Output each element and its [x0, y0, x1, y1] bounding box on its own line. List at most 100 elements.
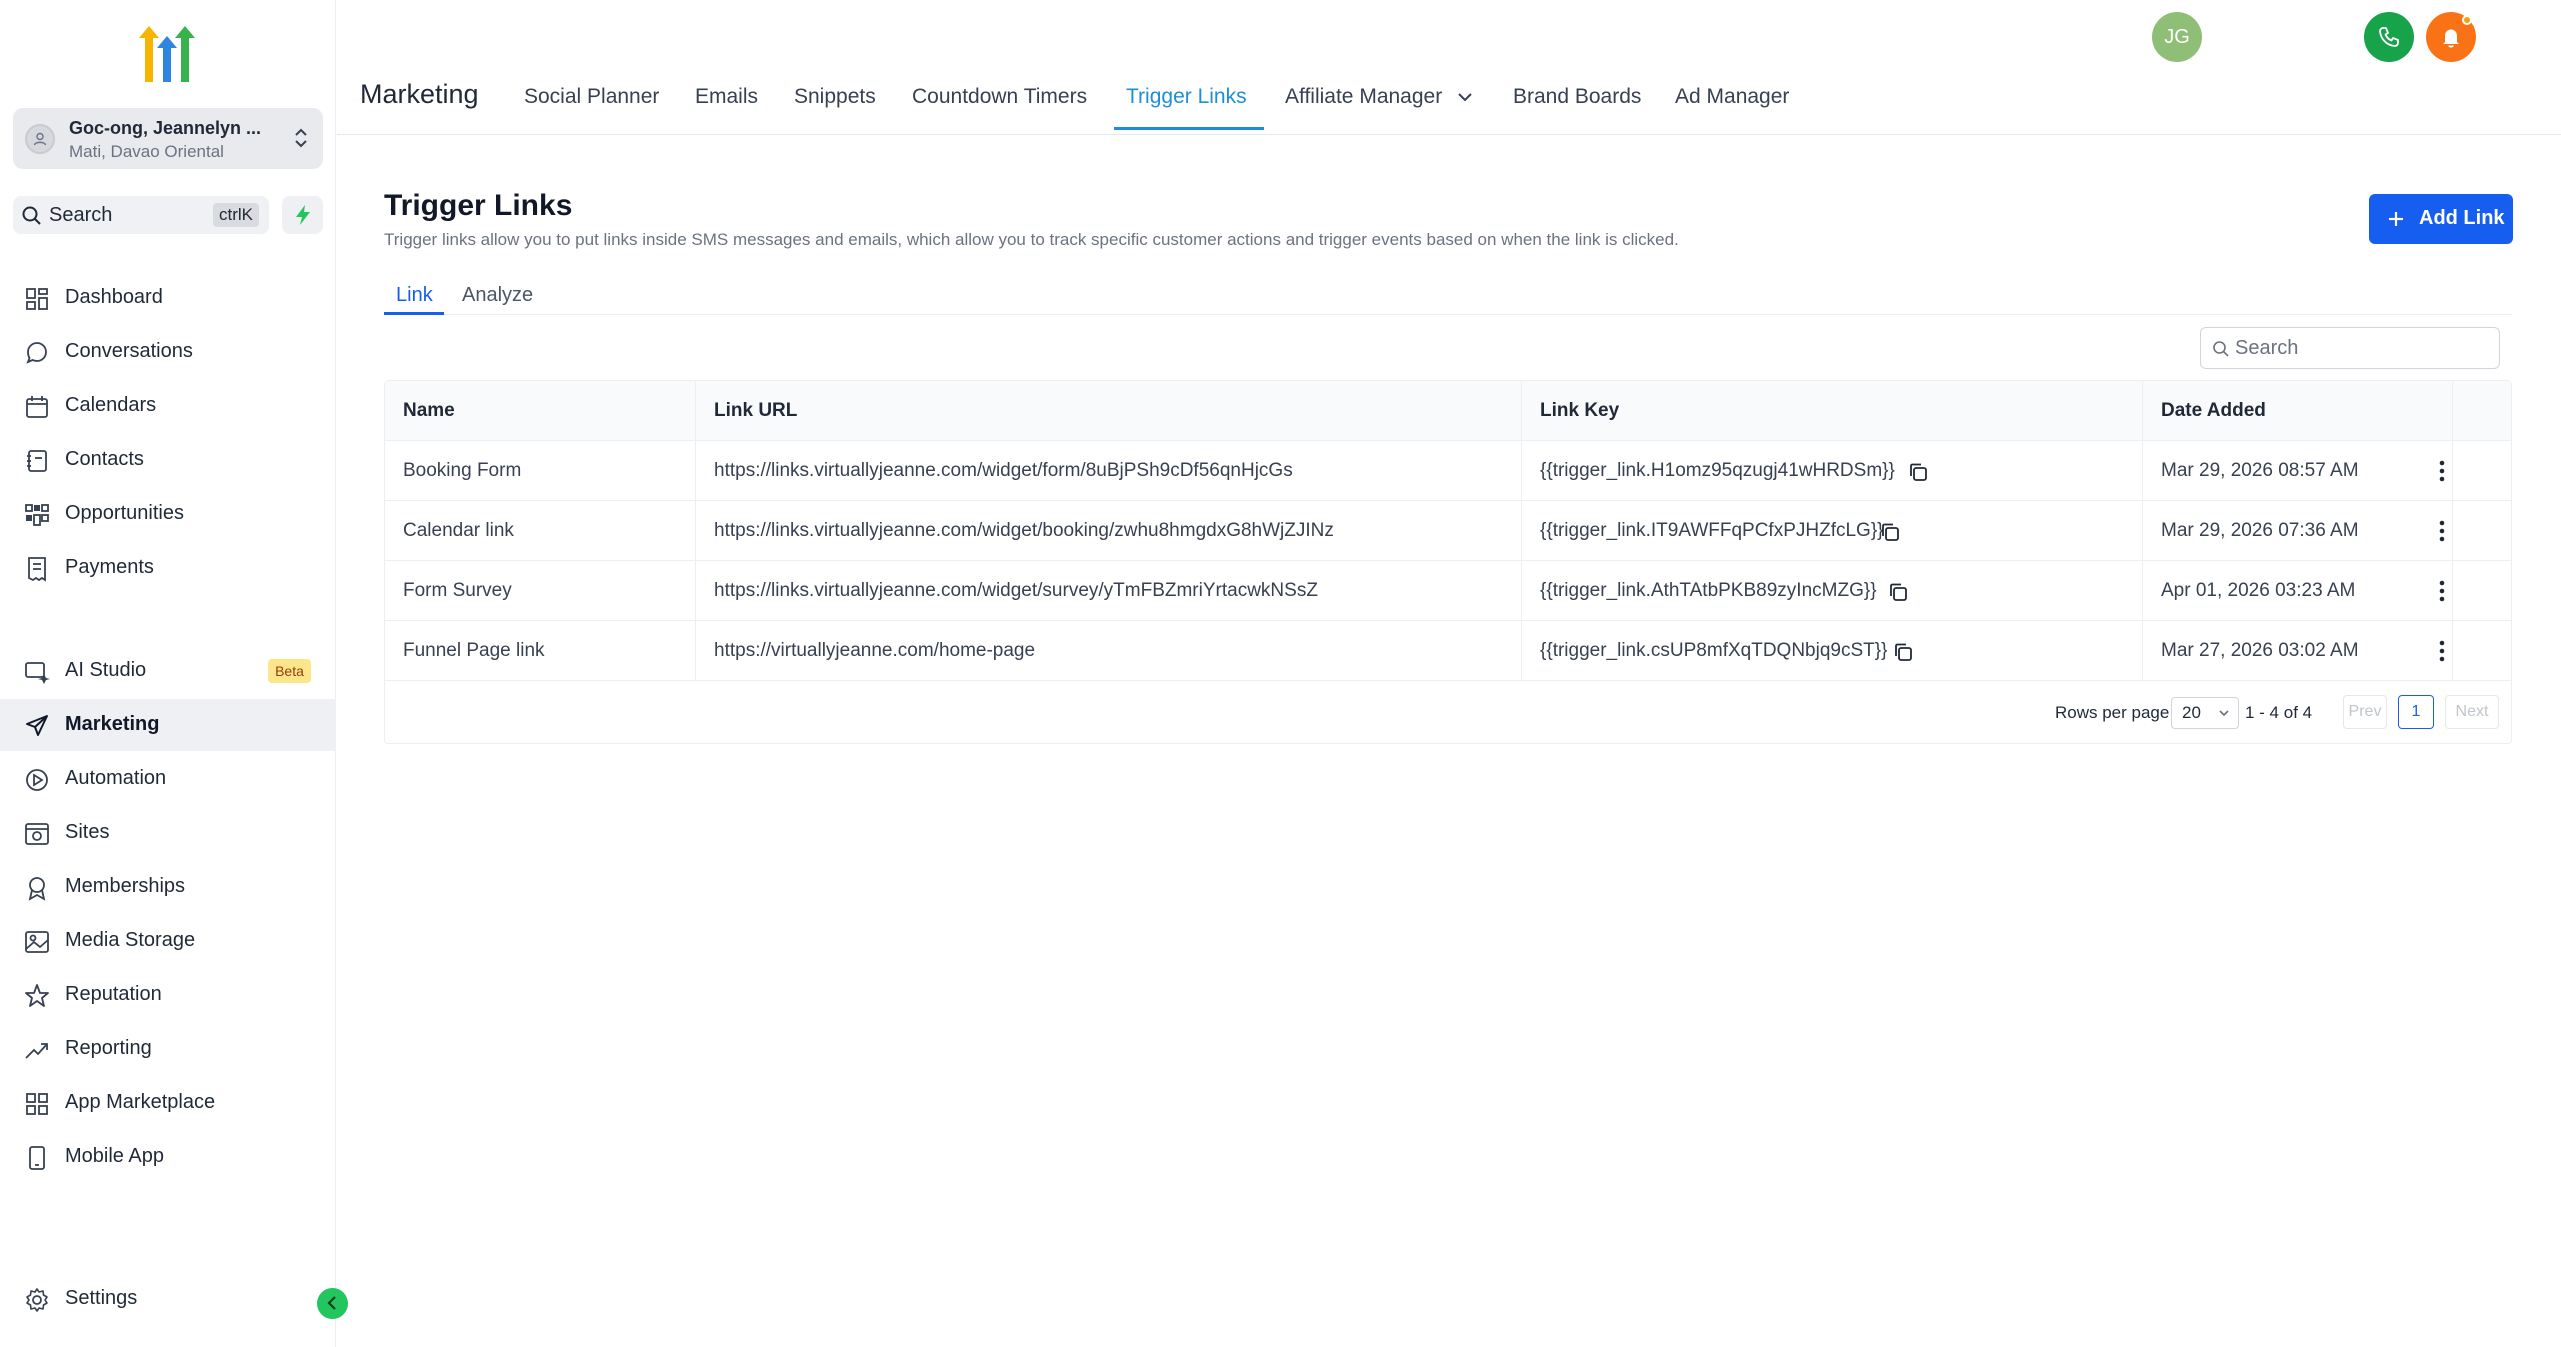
table-row[interactable]: Funnel Page link https://virtuallyjeanne…: [385, 621, 2511, 681]
sidebar-item-reporting[interactable]: Reporting: [0, 1023, 336, 1075]
link-url: https://links.virtuallyjeanne.com/widget…: [714, 460, 1293, 481]
sidebar-item-opportunities[interactable]: Opportunities: [0, 488, 336, 540]
sidebar-item-marketing[interactable]: Marketing: [0, 699, 336, 751]
account-avatar: [25, 124, 55, 154]
sidebar-item-label: Media Storage: [65, 929, 196, 951]
sidebar-item-app-marketplace[interactable]: App Marketplace: [0, 1077, 336, 1129]
collapse-sidebar-button[interactable]: [317, 1288, 348, 1319]
sidebar-item-settings[interactable]: Settings: [0, 1273, 336, 1325]
search-label: Search: [49, 204, 113, 226]
tab-social-planner[interactable]: Social Planner: [524, 85, 659, 109]
table-search[interactable]: [2200, 327, 2500, 369]
column-header-link-key[interactable]: Link Key: [1540, 381, 1619, 441]
pagination-range: 1 - 4 of 4: [2245, 703, 2313, 722]
app-logo[interactable]: [135, 22, 199, 86]
copy-icon[interactable]: [1887, 581, 1909, 603]
copy-icon[interactable]: [1879, 521, 1901, 543]
link-url: https://links.virtuallyjeanne.com/widget…: [714, 520, 1334, 541]
sidebar-item-automation[interactable]: Automation: [0, 753, 336, 805]
section-title: Marketing: [360, 79, 479, 109]
sidebar-item-ai-studio[interactable]: AI Studio Beta: [0, 645, 336, 697]
rows-per-page-value: 20: [2182, 703, 2201, 722]
account-location: Mati, Davao Oriental: [69, 142, 224, 161]
table-row[interactable]: Booking Form https://links.virtuallyjean…: [385, 441, 2511, 501]
sidebar-item-label: Contacts: [65, 448, 144, 470]
mobile-icon: [29, 1146, 45, 1170]
sidebar-item-payments[interactable]: Payments: [0, 542, 336, 594]
tab-trigger-links[interactable]: Trigger Links: [1126, 85, 1247, 109]
more-vertical-icon[interactable]: [2430, 638, 2454, 664]
more-vertical-icon[interactable]: [2430, 518, 2454, 544]
user-avatar[interactable]: JG: [2152, 12, 2202, 62]
search-icon: [22, 206, 41, 225]
sidebar-item-reputation[interactable]: Reputation: [0, 969, 336, 1021]
account-switcher[interactable]: Goc-ong, Jeannelyn ... Mati, Davao Orien…: [13, 108, 323, 169]
tab-ad-manager[interactable]: Ad Manager: [1675, 85, 1789, 109]
sidebar-item-contacts[interactable]: Contacts: [0, 434, 336, 486]
sidebar-item-label: Automation: [65, 767, 167, 789]
column-header-name[interactable]: Name: [403, 381, 455, 441]
table-search-input[interactable]: [2235, 334, 2485, 362]
page-description: Trigger links allow you to put links ins…: [384, 230, 1679, 249]
prev-page-button[interactable]: Prev: [2343, 695, 2387, 729]
sidebar-item-mobile-app[interactable]: Mobile App: [0, 1131, 336, 1183]
table-row[interactable]: Form Survey https://links.virtuallyjeann…: [385, 561, 2511, 621]
link-key: {{trigger_link.IT9AWFFqPCfxPJHZfcLG}}: [1540, 520, 1884, 541]
rows-per-page-label: Rows per page: [2055, 703, 2170, 722]
subtab-link[interactable]: Link: [396, 284, 433, 307]
phone-icon: [2379, 27, 2399, 47]
tab-emails[interactable]: Emails: [695, 85, 758, 109]
sidebar-item-label: App Marketplace: [65, 1091, 216, 1113]
add-link-button[interactable]: Add Link: [2369, 194, 2513, 244]
sidebar-item-label: Conversations: [65, 340, 193, 362]
date-added: Mar 29, 2026 07:36 AM: [2161, 520, 2359, 541]
tab-snippets[interactable]: Snippets: [794, 85, 876, 109]
next-page-button[interactable]: Next: [2445, 695, 2499, 729]
sidebar: Goc-ong, Jeannelyn ... Mati, Davao Orien…: [0, 0, 348, 1347]
copy-icon[interactable]: [1907, 461, 1929, 483]
notification-dot: [2462, 15, 2472, 25]
sidebar-item-conversations[interactable]: Conversations: [0, 326, 336, 378]
chevron-down-icon: [2219, 710, 2229, 717]
date-added: Mar 27, 2026 03:02 AM: [2161, 640, 2359, 661]
pagination: Rows per page 20 1 - 4 of 4 Prev 1 Next: [385, 681, 2511, 743]
shortcut-badge: ctrlK: [213, 203, 259, 227]
link-url: https://virtuallyjeanne.com/home-page: [714, 640, 1036, 661]
automation-icon: [26, 769, 48, 791]
send-icon: [26, 715, 48, 736]
tab-brand-boards[interactable]: Brand Boards: [1513, 85, 1641, 109]
phone-button[interactable]: [2364, 12, 2414, 62]
chevron-up-down-icon: [295, 128, 307, 148]
top-navigation: Marketing Social Planner Emails Snippets…: [337, 0, 2561, 135]
link-key: {{trigger_link.csUP8mfXqTDQNbjq9cST}}: [1540, 640, 1888, 661]
more-vertical-icon[interactable]: [2430, 578, 2454, 604]
sidebar-item-label: Memberships: [65, 875, 186, 897]
sidebar-item-label: Mobile App: [65, 1145, 164, 1167]
sidebar-item-label: Settings: [65, 1287, 138, 1309]
more-vertical-icon[interactable]: [2430, 458, 2454, 484]
rows-per-page-select[interactable]: 20: [2171, 697, 2239, 729]
sidebar-item-dashboard[interactable]: Dashboard: [0, 272, 336, 324]
quick-actions-button[interactable]: [282, 196, 323, 234]
column-header-date-added[interactable]: Date Added: [2161, 381, 2266, 441]
notifications-button[interactable]: [2426, 12, 2476, 62]
sidebar-search[interactable]: Search ctrlK: [13, 196, 269, 234]
column-header-link-url[interactable]: Link URL: [714, 381, 797, 441]
page-number-button[interactable]: 1: [2398, 695, 2434, 729]
table-row[interactable]: Calendar link https://links.virtuallyjea…: [385, 501, 2511, 561]
tab-affiliate-manager[interactable]: Affiliate Manager: [1285, 85, 1474, 109]
sidebar-item-label: Calendars: [65, 394, 157, 416]
ai-studio-icon: [25, 662, 50, 684]
beta-badge: Beta: [268, 659, 311, 683]
bell-icon: [2443, 29, 2459, 48]
sidebar-item-memberships[interactable]: Memberships: [0, 861, 336, 913]
sidebar-item-label: Opportunities: [65, 502, 184, 524]
calendar-icon: [26, 396, 48, 418]
sidebar-item-calendars[interactable]: Calendars: [0, 380, 336, 432]
tab-countdown-timers[interactable]: Countdown Timers: [912, 85, 1087, 109]
sidebar-item-media-storage[interactable]: Media Storage: [0, 915, 336, 967]
sidebar-item-sites[interactable]: Sites: [0, 807, 336, 859]
subtab-analyze[interactable]: Analyze: [462, 284, 533, 307]
search-icon: [2213, 341, 2229, 357]
copy-icon[interactable]: [1892, 641, 1914, 663]
